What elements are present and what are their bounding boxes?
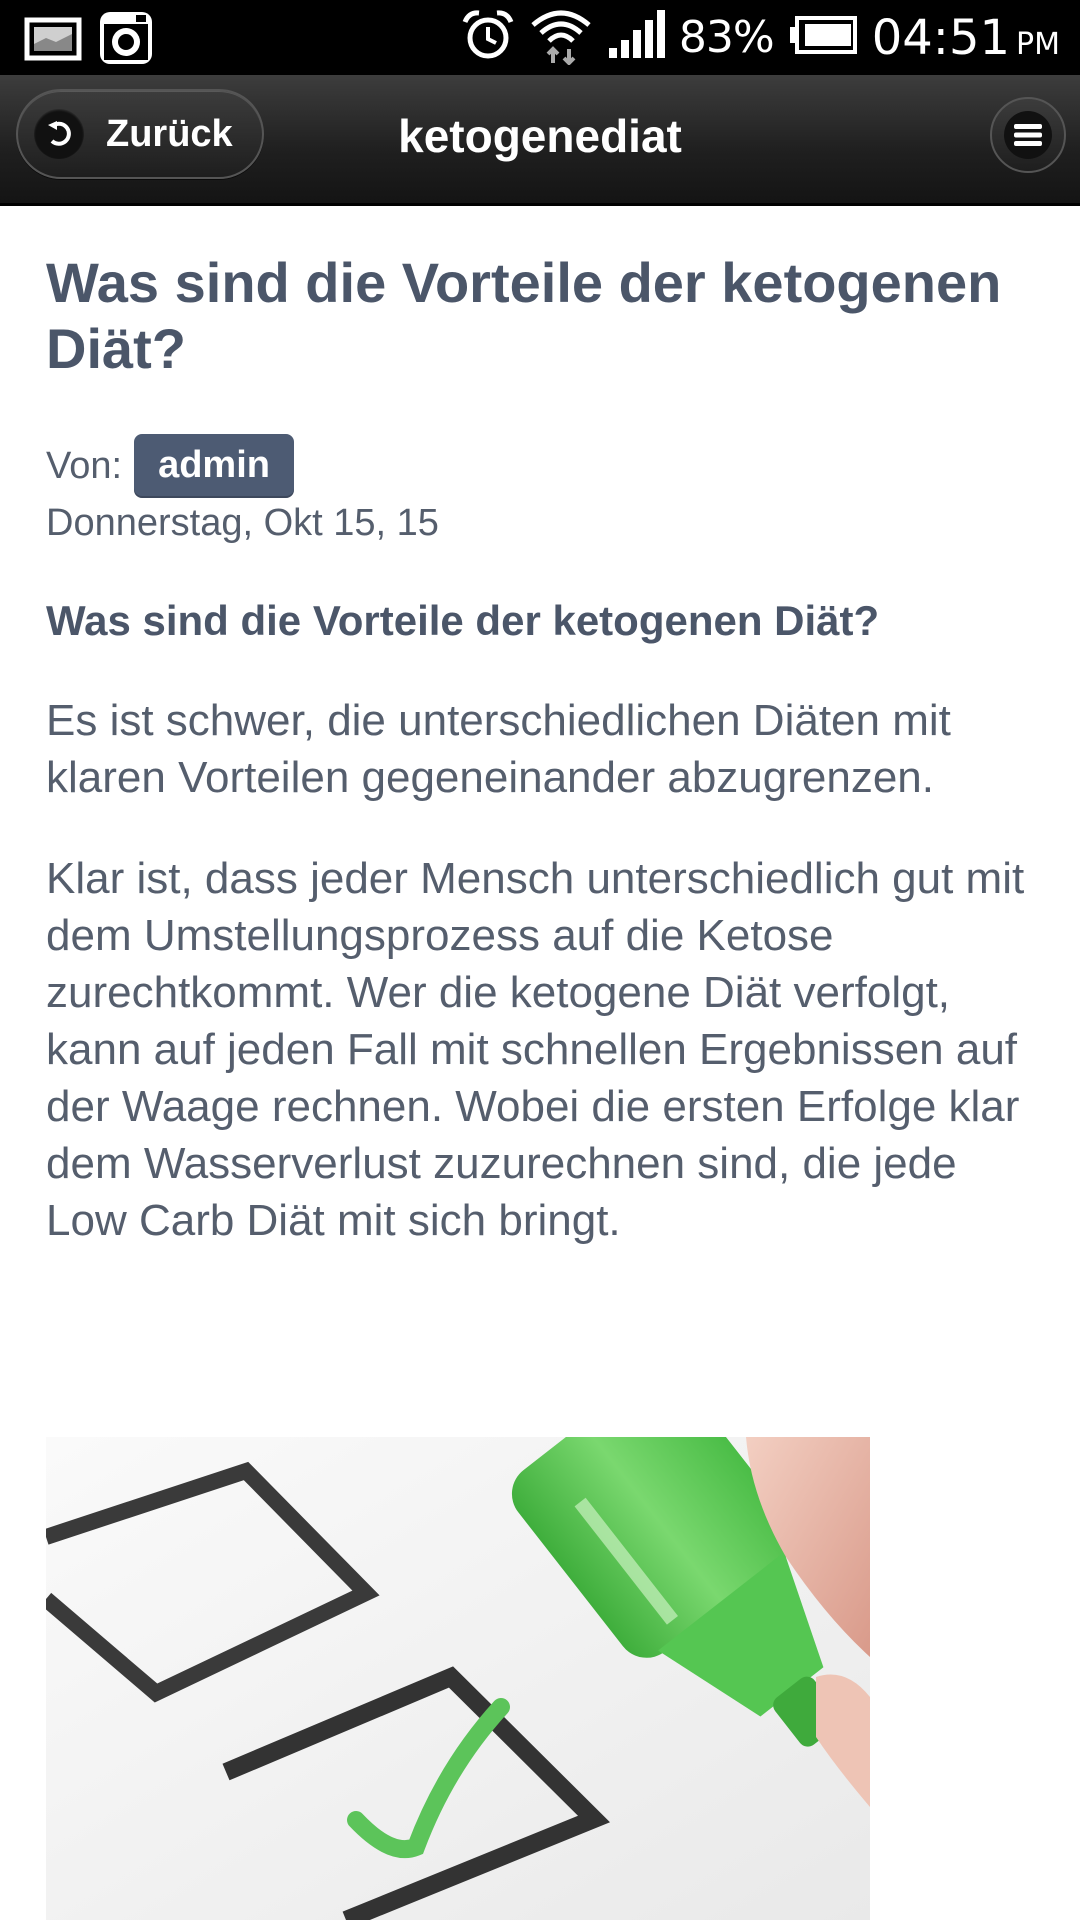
gallery-icon: [24, 14, 82, 67]
clock-ampm: PM: [1016, 26, 1060, 62]
article-title: Was sind die Vorteile der ketogenen Diät…: [46, 251, 1002, 380]
status-left: [24, 10, 154, 71]
clock: 04:51 PM: [872, 10, 1060, 66]
checkbox-marker-image: [46, 1437, 870, 1920]
menu-button[interactable]: [990, 97, 1066, 173]
instagram-icon: [98, 10, 154, 71]
battery-percent: 83%: [678, 12, 775, 63]
menu-icon: [1004, 111, 1052, 159]
app-bar: ketogenediat Zurück: [0, 75, 1080, 206]
article: Was sind die Vorteile der ketogenen Diät…: [46, 250, 1036, 1249]
author-badge[interactable]: admin: [134, 434, 294, 498]
author-row: Von: admin: [46, 434, 1036, 498]
signal-icon: [607, 10, 665, 65]
status-right: 83% 04:51 PM: [461, 0, 1060, 75]
back-button[interactable]: Zurück: [16, 89, 264, 179]
by-label: Von:: [46, 444, 123, 487]
article-date: Donnerstag, Okt 15, 15: [46, 502, 439, 544]
back-arrow-icon: [34, 109, 84, 159]
paragraph-1: Es ist schwer, die unterschiedlichen Diä…: [46, 696, 951, 802]
status-bar: 83% 04:51 PM: [0, 0, 1080, 75]
article-meta: Von: admin Donnerstag, Okt 15, 15: [46, 434, 1036, 546]
article-subheading: Was sind die Vorteile der ketogenen Diät…: [46, 597, 880, 644]
alarm-icon: [461, 8, 515, 67]
battery-icon: [788, 15, 858, 60]
back-button-label: Zurück: [106, 112, 233, 155]
wifi-icon: [529, 5, 593, 70]
paragraph-2: Klar ist, dass jeder Mensch unterschiedl…: [46, 854, 1025, 1245]
clock-time: 04:51: [871, 9, 1011, 66]
